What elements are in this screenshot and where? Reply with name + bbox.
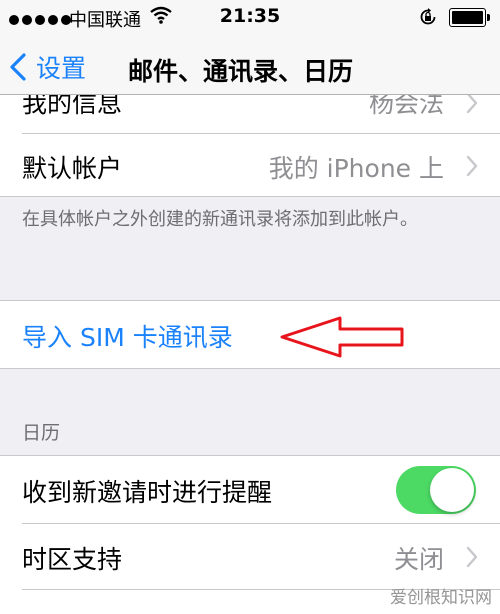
- back-button-overlay[interactable]: 设置: [8, 50, 86, 84]
- chevron-right-icon: [466, 546, 478, 568]
- rotation-lock-icon: [420, 8, 436, 25]
- contacts-footer-note: 在具体帐户之外创建的新通讯录将添加到此帐户。: [22, 209, 418, 230]
- invite-alerts-toggle[interactable]: [396, 466, 476, 514]
- import-sim-contacts-row[interactable]: 导入 SIM 卡通讯录: [0, 300, 500, 369]
- timezone-support-row[interactable]: 时区支持 关闭: [0, 524, 500, 590]
- timezone-support-value: 关闭: [393, 545, 444, 574]
- default-account-row[interactable]: 默认帐户 我的 iPhone 上: [0, 134, 500, 197]
- invite-alerts-row: 收到新邀请时进行提醒: [0, 455, 500, 524]
- default-account-label: 默认帐户: [22, 154, 123, 183]
- chevron-right-icon: [466, 92, 478, 114]
- chevron-right-icon: [466, 155, 478, 177]
- toggle-knob: [430, 468, 474, 512]
- timezone-support-label: 时区支持: [22, 545, 123, 574]
- import-sim-contacts-label: 导入 SIM 卡通讯录: [22, 323, 233, 352]
- battery-icon: [449, 8, 490, 27]
- back-label: 设置: [36, 54, 87, 83]
- invite-alerts-label: 收到新邀请时进行提醒: [22, 478, 273, 507]
- default-account-value: 我的 iPhone 上: [268, 154, 444, 183]
- chevron-left-icon: [10, 53, 26, 81]
- page-title-overlay: 邮件、通讯录、日历: [128, 57, 354, 86]
- watermark: 爱创根知识网: [390, 588, 492, 608]
- red-arrow-annotation-icon: [280, 316, 404, 358]
- calendar-section-header: 日历: [22, 422, 61, 444]
- status-bar: 中国联通 21:35: [0, 0, 500, 40]
- navigation-bar-overlay: 设置 邮件、通讯录、日历: [0, 40, 500, 95]
